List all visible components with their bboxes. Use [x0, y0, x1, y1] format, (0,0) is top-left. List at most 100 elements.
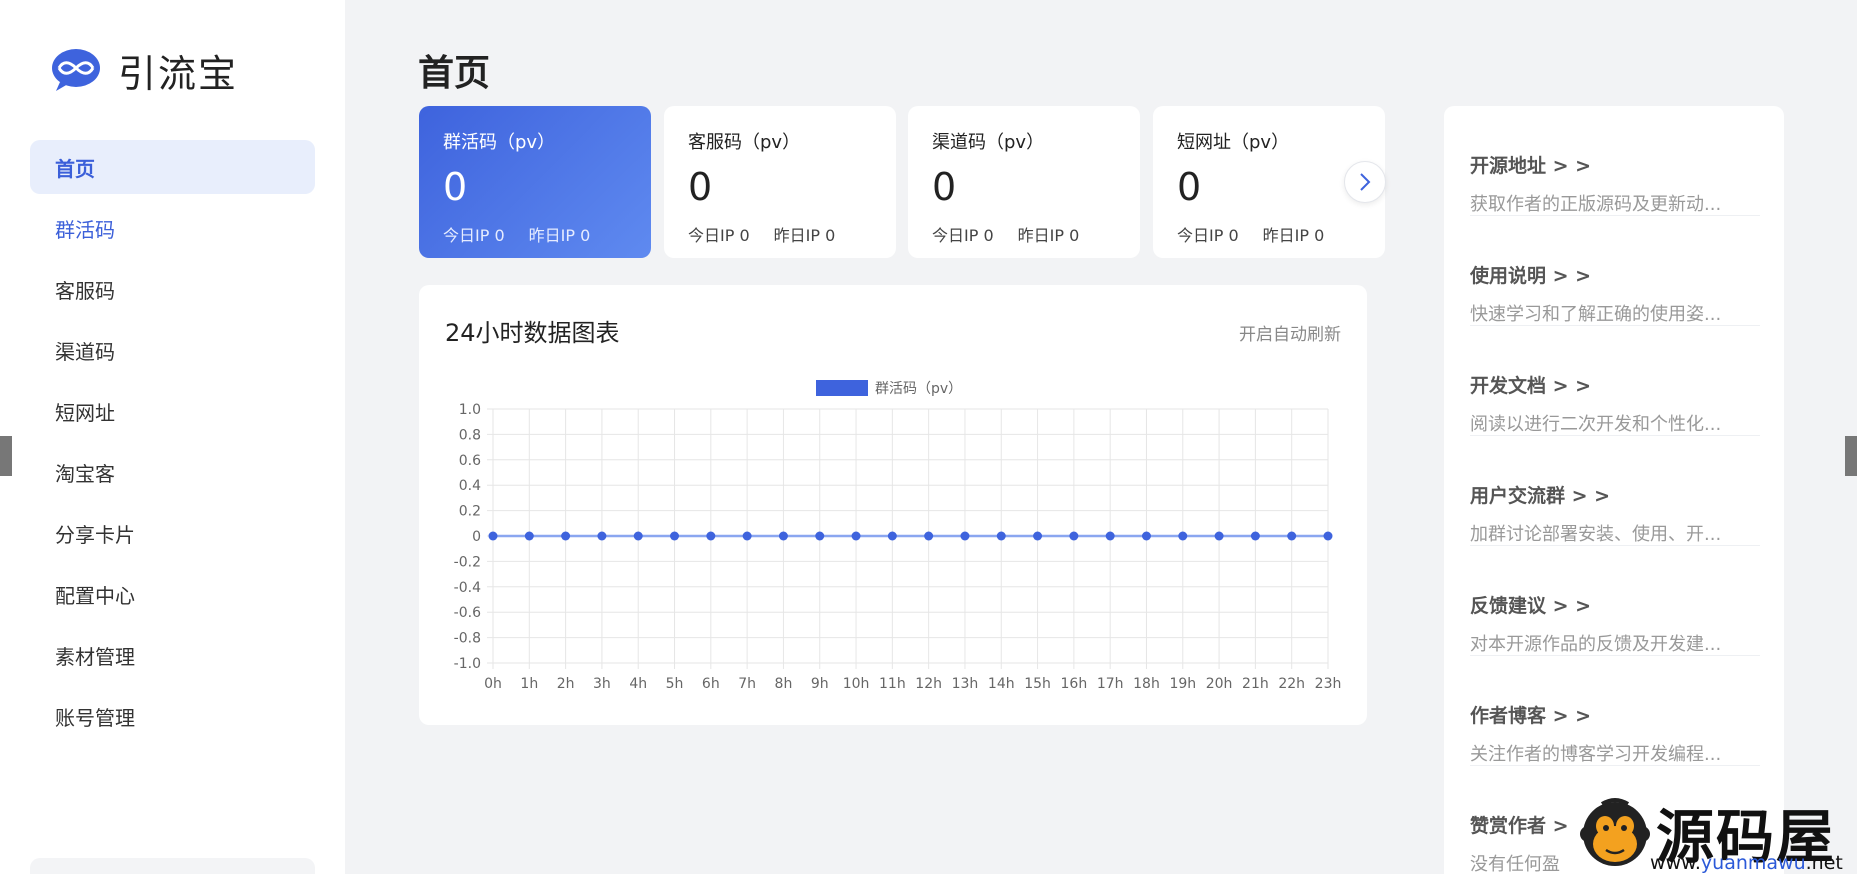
data-point — [633, 531, 643, 541]
data-point — [996, 531, 1006, 541]
x-tick-label: 21h — [1242, 676, 1269, 692]
sidebar-item-service-code[interactable]: 客服码 — [30, 262, 315, 316]
chart-panel: 24小时数据图表 开启自动刷新 1.0 0.8 0.6 0.4 0.2 0 -0.2 -0.4… — [419, 285, 1367, 725]
x-tick-label: 0h — [484, 676, 502, 692]
x-tick-label: 5h — [666, 676, 684, 692]
carousel-next-button[interactable] — [1344, 161, 1386, 203]
data-point — [851, 531, 861, 541]
y-tick-label: 0 — [472, 529, 481, 545]
data-point — [706, 531, 716, 541]
y-tick-label: 1.0 — [459, 402, 481, 418]
data-point — [960, 531, 970, 541]
data-point — [1287, 531, 1297, 541]
sidebar-item-group-code[interactable]: 群活码 — [30, 201, 315, 255]
x-tick-label: 17h — [1097, 676, 1124, 692]
stat-card-group-code[interactable]: 群活码（pv） 0 今日IP 0 昨日IP 0 — [419, 106, 651, 258]
link-title: 反馈建议 > > — [1470, 595, 1592, 617]
y-tick-label: -1.0 — [454, 656, 481, 672]
link-author-blog[interactable]: 作者博客 > > 关注作者的博客学习开发编程... — [1470, 656, 1760, 766]
stat-yesterday-ip: 昨日IP 0 — [528, 226, 591, 245]
sidebar-item-short-url[interactable]: 短网址 — [30, 384, 315, 438]
data-point — [524, 531, 534, 541]
x-tick-label: 11h — [879, 676, 906, 692]
data-point — [1323, 531, 1333, 541]
y-tick-label: 0.8 — [459, 427, 481, 443]
stat-today-ip: 今日IP 0 — [932, 226, 994, 245]
x-tick-label: 6h — [702, 676, 720, 692]
link-title: 赞赏作者 > — [1470, 815, 1569, 837]
sidebar-item-channel-code[interactable]: 渠道码 — [30, 323, 315, 377]
sidebar-item-home[interactable]: 首页 — [30, 140, 315, 194]
x-tick-label: 15h — [1024, 676, 1051, 692]
sidebar-item-materials[interactable]: 素材管理 — [30, 628, 315, 682]
y-tick-label: 0.6 — [459, 453, 481, 469]
link-open-source[interactable]: 开源地址 > > 获取作者的正版源码及更新动... — [1470, 106, 1760, 216]
left-edge-tab[interactable] — [0, 436, 12, 476]
right-edge-tab[interactable] — [1845, 436, 1857, 476]
watermark: 源码屋 www.yuanmawu.net — [1580, 794, 1857, 874]
link-title: 开源地址 > > — [1470, 155, 1592, 177]
y-tick-label: 0.2 — [459, 504, 481, 520]
stat-label: 短网址（pv） — [1177, 132, 1290, 153]
x-tick-label: 13h — [952, 676, 979, 692]
y-tick-label: -0.2 — [454, 554, 481, 570]
data-point — [1033, 531, 1043, 541]
sidebar-item-taobaoke[interactable]: 淘宝客 — [30, 445, 315, 499]
data-point — [1105, 531, 1115, 541]
stat-value: 0 — [688, 165, 713, 209]
link-desc: 获取作者的正版源码及更新动... — [1470, 194, 1722, 215]
stat-value: 0 — [443, 165, 468, 209]
sidebar-item-share-card[interactable]: 分享卡片 — [30, 506, 315, 560]
data-point — [1214, 531, 1224, 541]
stat-label: 客服码（pv） — [688, 132, 801, 153]
link-title: 开发文档 > > — [1470, 375, 1592, 397]
sidebar: 引流宝 首页 群活码 客服码 渠道码 短网址 淘宝客 分享卡片 配置中心 素材管… — [0, 0, 345, 874]
x-tick-label: 1h — [520, 676, 538, 692]
link-user-group[interactable]: 用户交流群 > > 加群讨论部署安装、使用、开... — [1470, 436, 1760, 546]
line-chart: 1.0 0.8 0.6 0.4 0.2 0 -0.2 -0.4 -0.6 -0.8 -1.00h 1h… — [454, 380, 1341, 692]
sidebar-item-config[interactable]: 配置中心 — [30, 567, 315, 621]
link-usage-guide[interactable]: 使用说明 > > 快速学习和了解正确的使用姿... — [1470, 216, 1760, 326]
x-tick-label: 2h — [557, 676, 575, 692]
legend-swatch — [816, 380, 868, 396]
stat-yesterday-ip: 昨日IP 0 — [1262, 226, 1325, 245]
brand[interactable]: 引流宝 — [50, 46, 238, 96]
legend-label: 群活码（pv） — [875, 381, 962, 397]
stat-label: 渠道码（pv） — [932, 132, 1045, 153]
data-point — [1250, 531, 1260, 541]
y-tick-label: -0.8 — [454, 631, 481, 647]
sidebar-item-accounts[interactable]: 账号管理 — [30, 689, 315, 743]
y-tick-label: -0.6 — [454, 605, 481, 621]
data-point — [924, 531, 934, 541]
links-panel: 开源地址 > > 获取作者的正版源码及更新动... 使用说明 > > 快速学习和… — [1444, 106, 1784, 874]
brand-name: 引流宝 — [118, 51, 239, 96]
data-point — [778, 531, 788, 541]
stat-today-ip: 今日IP 0 — [688, 226, 750, 245]
stat-card-channel-code[interactable]: 渠道码（pv） 0 今日IP 0 昨日IP 0 — [908, 106, 1140, 258]
x-tick-label: 9h — [811, 676, 829, 692]
stat-yesterday-ip: 昨日IP 0 — [1017, 226, 1080, 245]
stat-card-service-code[interactable]: 客服码（pv） 0 今日IP 0 昨日IP 0 — [664, 106, 896, 258]
data-point — [488, 531, 498, 541]
data-point — [887, 531, 897, 541]
link-title: 用户交流群 > > — [1470, 485, 1611, 507]
link-desc: 快速学习和了解正确的使用姿... — [1470, 304, 1722, 325]
data-point — [1069, 531, 1079, 541]
stat-label: 群活码（pv） — [443, 132, 556, 153]
link-dev-docs[interactable]: 开发文档 > > 阅读以进行二次开发和个性化... — [1470, 326, 1760, 436]
y-tick-label: -0.4 — [454, 580, 481, 596]
stat-today-ip: 今日IP 0 — [1177, 226, 1239, 245]
y-tick-label: 0.4 — [459, 478, 481, 494]
data-point — [561, 531, 571, 541]
x-tick-label: 14h — [988, 676, 1015, 692]
link-desc: 关注作者的博客学习开发编程... — [1470, 744, 1722, 765]
x-tick-label: 10h — [843, 676, 870, 692]
x-tick-label: 20h — [1206, 676, 1233, 692]
chevron-right-icon — [1360, 173, 1371, 191]
x-tick-label: 3h — [593, 676, 611, 692]
link-title: 作者博客 > > — [1470, 705, 1592, 727]
data-point — [815, 531, 825, 541]
data-point — [742, 531, 752, 541]
page-title: 首页 — [418, 53, 491, 94]
link-feedback[interactable]: 反馈建议 > > 对本开源作品的反馈及开发建... — [1470, 546, 1760, 656]
